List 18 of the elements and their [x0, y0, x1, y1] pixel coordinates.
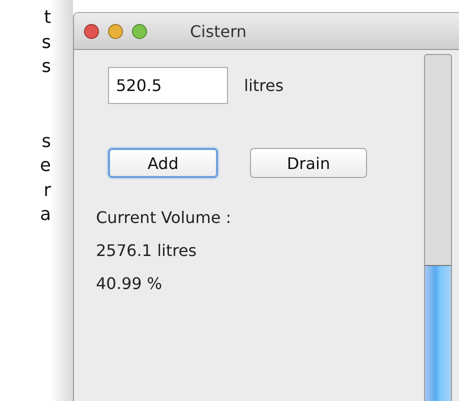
action-button[interactable]: Add	[108, 148, 218, 178]
background-text: t	[44, 6, 51, 30]
volume-percent: 40.99 %	[96, 273, 162, 295]
background-text: s	[42, 30, 51, 54]
volume-value: 2576.1 litres	[96, 240, 197, 262]
background-text: r	[44, 178, 51, 202]
background-text: a	[40, 203, 51, 227]
amount-field[interactable]: 520.5	[108, 67, 228, 104]
close-button[interactable]	[84, 24, 99, 38]
minimize-button[interactable]	[108, 24, 123, 38]
action-button[interactable]: Drain	[250, 148, 367, 178]
unit-label: litres	[244, 76, 284, 95]
background-text: s	[42, 130, 51, 154]
window-title: Cistern	[190, 22, 247, 40]
volume-caption: Current Volume :	[96, 207, 232, 229]
background-text: s	[42, 55, 51, 79]
background-text: e	[40, 154, 51, 178]
zoom-button[interactable]	[132, 24, 147, 38]
